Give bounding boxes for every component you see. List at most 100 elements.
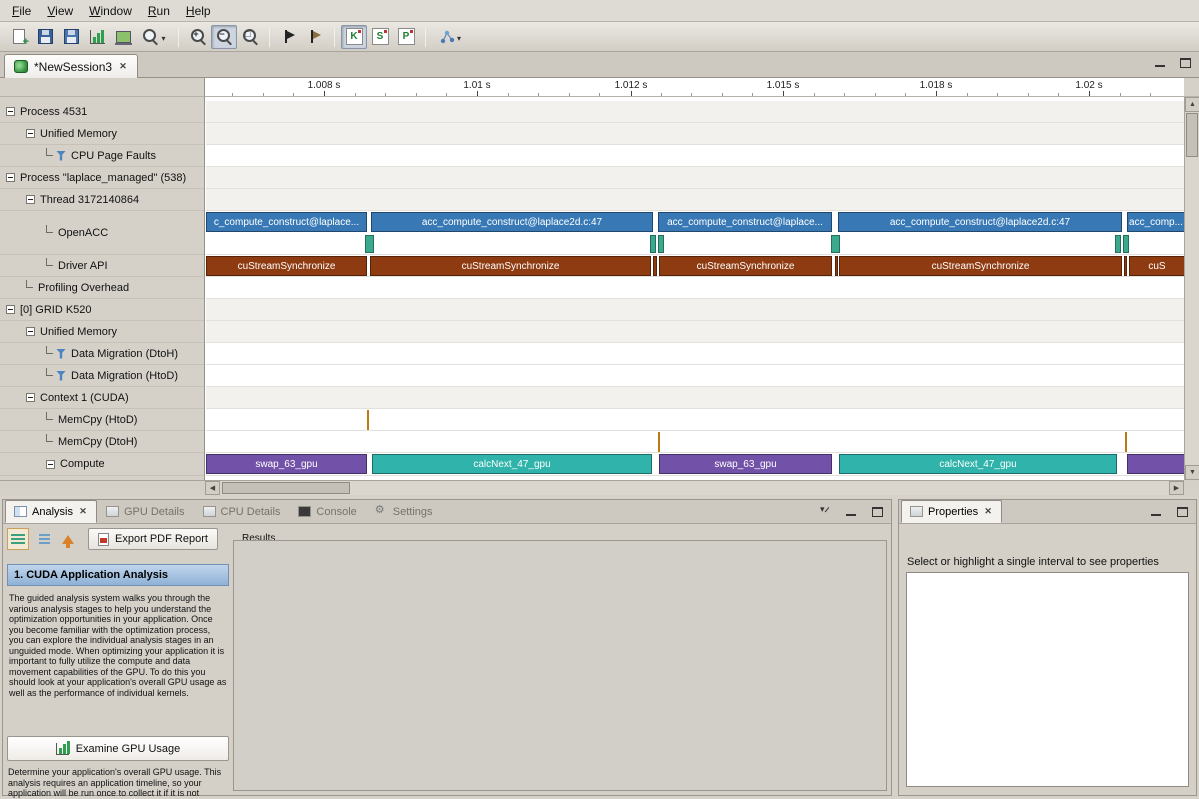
tree-row[interactable]: MemCpy (DtoH) xyxy=(0,431,204,453)
export-pdf-report-button[interactable]: Export PDF Report xyxy=(88,528,218,550)
scroll-up-button[interactable] xyxy=(1185,97,1199,112)
maximize-icon[interactable] xyxy=(1180,58,1191,68)
timeline-track-empty[interactable] xyxy=(206,321,1184,343)
tree-row[interactable]: MemCpy (HtoD) xyxy=(0,409,204,431)
timeline-track-empty[interactable] xyxy=(206,145,1184,167)
search-settings-button[interactable] xyxy=(136,25,172,49)
close-icon[interactable] xyxy=(78,507,88,517)
close-icon[interactable] xyxy=(983,507,993,517)
save-all-button[interactable] xyxy=(58,25,84,49)
timeline-vertical-scrollbar[interactable] xyxy=(1184,97,1199,480)
driver-api-interval[interactable] xyxy=(653,256,657,276)
timeline-horizontal-scrollbar[interactable] xyxy=(205,480,1184,495)
minimize-icon[interactable] xyxy=(846,507,857,517)
timeline-track-memcpy_dtoh[interactable] xyxy=(206,431,1184,453)
openacc-wait-marker[interactable] xyxy=(831,235,840,253)
tree-row[interactable]: Process 4531 xyxy=(0,101,204,123)
collapse-toggle-icon[interactable] xyxy=(26,195,35,204)
close-icon[interactable] xyxy=(118,62,128,72)
vertical-scroll-thumb[interactable] xyxy=(1186,113,1198,157)
menu-window[interactable]: Window xyxy=(81,2,140,20)
compute-kernel-interval[interactable]: calcNext_47_gpu xyxy=(839,454,1117,474)
collapse-toggle-icon[interactable] xyxy=(46,460,55,469)
tree-row[interactable]: OpenACC xyxy=(0,211,204,255)
driver-api-interval[interactable]: cuS xyxy=(1129,256,1184,276)
menu-help[interactable]: Help xyxy=(178,2,219,20)
tree-row[interactable]: Thread 3172140864 xyxy=(0,189,204,211)
driver-api-interval[interactable]: cuStreamSynchronize xyxy=(659,256,832,276)
timeline-track-driver[interactable]: cuStreamSynchronize cuStreamSynchronize cu… xyxy=(206,255,1184,277)
timeline-track-empty[interactable] xyxy=(206,365,1184,387)
tab-settings[interactable]: Settings xyxy=(366,500,442,523)
openacc-interval[interactable]: c_compute_construct@laplace... xyxy=(206,212,367,232)
next-marker-button[interactable] xyxy=(302,25,328,49)
compute-kernel-interval[interactable]: swap_63_gpu xyxy=(206,454,367,474)
memcpy-interval[interactable] xyxy=(658,432,660,452)
timeline-track-empty[interactable] xyxy=(206,343,1184,365)
timeline-track-compute[interactable]: swap_63_gpucalcNext_47_gpuswap_63_gpucal… xyxy=(206,453,1184,476)
tab-console[interactable]: Console xyxy=(289,500,365,523)
openacc-wait-marker[interactable] xyxy=(365,235,374,253)
timeline-track-empty[interactable] xyxy=(206,277,1184,299)
maximize-icon[interactable] xyxy=(872,507,883,517)
timeline-track-empty[interactable] xyxy=(206,299,1184,321)
collapse-toggle-icon[interactable] xyxy=(26,129,35,138)
tree-row[interactable]: Unified Memory xyxy=(0,321,204,343)
openacc-wait-marker[interactable] xyxy=(650,235,656,253)
tree-row[interactable]: Profiling Overhead xyxy=(0,277,204,299)
timeline-ruler[interactable]: 1.008 s1.01 s1.012 s1.015 s1.018 s1.02 s xyxy=(205,78,1184,97)
compute-kernel-interval[interactable]: calcNext_47_gpu xyxy=(372,454,652,474)
zoom-fit-button[interactable]: □ xyxy=(237,25,263,49)
zoom-in-button[interactable]: + xyxy=(185,25,211,49)
back-to-parent-button[interactable] xyxy=(57,528,79,550)
compute-kernel-interval[interactable] xyxy=(1127,454,1184,474)
tree-row[interactable]: Context 1 (CUDA) xyxy=(0,387,204,409)
view-menu-icon[interactable] xyxy=(820,507,831,517)
collapse-toggle-icon[interactable] xyxy=(6,305,15,314)
stream-toggle-button[interactable]: S xyxy=(367,25,393,49)
driver-api-interval[interactable] xyxy=(835,256,838,276)
session-tab[interactable]: *NewSession3 xyxy=(4,54,138,78)
menu-view[interactable]: View xyxy=(39,2,81,20)
timeline-track-openacc[interactable]: c_compute_construct@laplace...acc_comput… xyxy=(206,211,1184,255)
scroll-right-button[interactable] xyxy=(1169,481,1184,495)
kernel-toggle-button[interactable]: K xyxy=(341,25,367,49)
new-session-button[interactable] xyxy=(6,25,32,49)
prev-marker-button[interactable] xyxy=(276,25,302,49)
collapse-toggle-icon[interactable] xyxy=(26,393,35,402)
driver-api-interval[interactable] xyxy=(1124,256,1127,276)
timeline-track-memcpy_htod[interactable] xyxy=(206,409,1184,431)
openacc-wait-marker[interactable] xyxy=(1115,235,1121,253)
collapse-toggle-icon[interactable] xyxy=(6,173,15,182)
profile-application-button[interactable] xyxy=(84,25,110,49)
tree-row[interactable]: [0] GRID K520 xyxy=(0,299,204,321)
timeline-track-empty[interactable] xyxy=(206,189,1184,211)
export-timeline-button[interactable] xyxy=(110,25,136,49)
timeline-track-empty[interactable] xyxy=(206,101,1184,123)
timeline-track-empty[interactable] xyxy=(206,387,1184,409)
scroll-down-button[interactable] xyxy=(1185,465,1199,480)
menu-run[interactable]: Run xyxy=(140,2,178,20)
tree-row[interactable]: Driver API xyxy=(0,255,204,277)
openacc-wait-marker[interactable] xyxy=(658,235,664,253)
driver-api-interval[interactable]: cuStreamSynchronize xyxy=(370,256,651,276)
analysis-menu-button[interactable] xyxy=(432,25,468,49)
openacc-wait-marker[interactable] xyxy=(1123,235,1129,253)
tree-row[interactable]: Process "laplace_managed" (538) xyxy=(0,167,204,189)
timeline-track-empty[interactable] xyxy=(206,123,1184,145)
tree-row[interactable]: Compute xyxy=(0,453,204,476)
tree-row[interactable]: Unified Memory xyxy=(0,123,204,145)
collapse-toggle-icon[interactable] xyxy=(6,107,15,116)
minimize-icon[interactable] xyxy=(1155,58,1166,68)
zoom-out-button[interactable]: − xyxy=(211,25,237,49)
compute-kernel-interval[interactable]: swap_63_gpu xyxy=(659,454,832,474)
tab-analysis[interactable]: Analysis xyxy=(5,500,97,523)
openacc-interval[interactable]: acc_compute_construct@laplace2d.c:47 xyxy=(838,212,1122,232)
scroll-left-button[interactable] xyxy=(205,481,220,495)
tree-row[interactable]: CPU Page Faults xyxy=(0,145,204,167)
openacc-interval[interactable]: acc_compute_construct@laplace... xyxy=(658,212,832,232)
openacc-interval[interactable]: acc_compute_construct@laplace2d.c:47 xyxy=(371,212,653,232)
menu-file[interactable]: File xyxy=(4,2,39,20)
memcpy-interval[interactable] xyxy=(367,410,369,430)
tree-row[interactable]: Data Migration (DtoH) xyxy=(0,343,204,365)
